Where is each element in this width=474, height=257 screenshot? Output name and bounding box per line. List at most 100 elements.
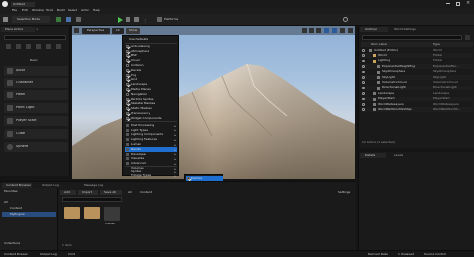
place-search-input[interactable] [4,35,66,40]
breadcrumb-content[interactable]: Content [140,191,152,194]
outliner-row[interactable]: Untitled (Editor) World [361,48,473,53]
checkbox[interactable] [126,97,129,101]
translate-icon[interactable] [302,27,307,33]
viewport-options-icon[interactable] [74,28,79,33]
outliner-search-input[interactable] [362,35,462,40]
window-tab[interactable]: Untitled [11,2,35,7]
grid-snap-icon[interactable] [324,27,329,33]
checkbox[interactable] [126,83,129,87]
collections-header[interactable]: Collections [4,242,20,245]
unreal-logo-icon[interactable] [2,1,8,7]
play-icon[interactable] [118,17,123,23]
close-button[interactable]: × [466,1,470,6]
save-all-button[interactable]: Save All [100,190,122,195]
camera-speed-icon[interactable] [348,27,353,33]
outliner-row[interactable]: Landscape Landscape [361,91,473,96]
visibility-eye-icon[interactable] [362,81,365,84]
tree-root[interactable]: All [4,201,8,204]
levels-tab[interactable]: Levels [389,153,413,158]
asset-folder-1[interactable] [64,207,80,219]
derived-data-button[interactable]: Derived Data [368,253,388,256]
lit-button[interactable]: Lit [112,27,124,34]
place-item-point-light[interactable]: Point Light [4,103,68,113]
checkbox[interactable] [126,73,129,77]
visibility-eye-icon[interactable] [362,54,365,57]
menu-build[interactable]: Build [57,9,65,12]
column-item-label[interactable]: Item Label [371,43,387,46]
checkbox[interactable] [126,54,129,58]
settings-button[interactable]: Settings [338,191,350,194]
source-control-button[interactable]: Source Control [424,253,446,256]
outliner-row[interactable]: ExponentialHeightFog ExponentialHei... [361,64,473,69]
perspective-button[interactable]: Perspective [82,27,110,34]
scale-icon[interactable] [316,27,321,33]
menu-edit[interactable]: Edit [22,9,28,12]
checkbox[interactable] [126,63,129,67]
platforms-icon[interactable] [157,17,162,22]
outliner-row[interactable]: PlayerStart PlayerStart [361,96,473,102]
level-viewport[interactable] [72,26,355,179]
menu-help[interactable]: Help [93,9,100,12]
stop-icon[interactable] [134,17,139,22]
place-item-player-start[interactable]: Player Start [4,116,68,126]
checkbox[interactable] [126,102,129,106]
checkbox[interactable] [126,78,129,82]
menu-actor[interactable]: Actor [81,9,89,12]
place-item-sphere[interactable]: Sphere [4,142,68,152]
visibility-eye-icon[interactable] [362,108,365,111]
visibility-eye-icon[interactable] [362,76,365,79]
visibility-eye-icon[interactable] [362,70,365,74]
output-log-button[interactable]: Output Log [40,253,57,256]
checkbox[interactable] [126,44,129,48]
rotate-icon[interactable] [309,27,314,33]
outliner-row[interactable]: SkyLight SkyLight [361,75,473,80]
add-button[interactable]: Add [60,190,76,195]
shapes-icon[interactable] [16,44,21,49]
outliner-row[interactable]: VolumetricCloud VolumetricCloud [361,80,473,85]
tree-item-selected[interactable]: MyEngine [2,212,56,217]
settings-icon[interactable] [343,17,348,22]
use-defaults-item[interactable]: Use Defaults [125,37,177,42]
checkbox[interactable] [187,176,190,180]
add-content-icon[interactable] [56,17,61,22]
cinematics-icon[interactable] [76,17,81,22]
outliner-tab[interactable]: Outliner [360,27,388,32]
outliner-row[interactable]: WorldDataLayers WorldDataLayers [361,102,473,107]
content-drawer-button[interactable]: Content Drawer [4,253,28,256]
visibility-eye-icon[interactable] [362,103,365,106]
world-settings-tab[interactable]: World Settings [389,27,425,32]
checkbox[interactable] [126,68,129,72]
blueprint-icon[interactable] [66,17,71,22]
lights-icon[interactable] [26,44,31,49]
console-input[interactable] [80,252,160,257]
column-type[interactable]: Type [433,43,440,46]
outliner-settings-icon[interactable] [465,35,470,40]
asset-folder-2[interactable] [84,207,100,219]
step-icon[interactable] [126,17,130,22]
import-button[interactable]: Import [78,190,98,195]
outliner-row[interactable]: SkyAtmosphere SkyAtmosphere [361,70,473,75]
checkbox[interactable] [126,92,129,96]
show-tail-foliage-types[interactable]: Foliage Types ▸ [125,173,177,178]
cmd-dropdown[interactable]: Cmd [68,253,75,256]
checkbox[interactable] [126,87,129,91]
asset-search-input[interactable] [62,197,122,202]
menu-tools[interactable]: Tools [46,9,53,12]
outliner-row[interactable]: WorldPartitionMiniMap WorldPartitionMi... [361,107,473,112]
menu-window[interactable]: Window [32,9,44,12]
place-item-pawn[interactable]: Pawn [4,90,68,100]
panel-close-icon[interactable]: × [36,27,39,31]
place-actors-tab[interactable]: Place Actors [1,27,35,32]
visibility-eye-icon[interactable] [362,92,365,95]
recent-icon[interactable] [6,44,11,49]
unsaved-button[interactable]: 1 Unsaved [398,253,414,256]
all-classes-icon[interactable] [56,44,61,49]
favorites-header[interactable]: Favorites [4,190,18,193]
breadcrumb-all[interactable]: All [128,191,132,194]
minimize-button[interactable] [446,3,450,4]
checkbox[interactable] [126,111,129,115]
checkbox[interactable] [126,59,129,63]
checkbox[interactable] [126,116,129,120]
tree-item-content[interactable]: Content [10,207,22,210]
outliner-row[interactable]: Lighting Folder [361,59,473,64]
